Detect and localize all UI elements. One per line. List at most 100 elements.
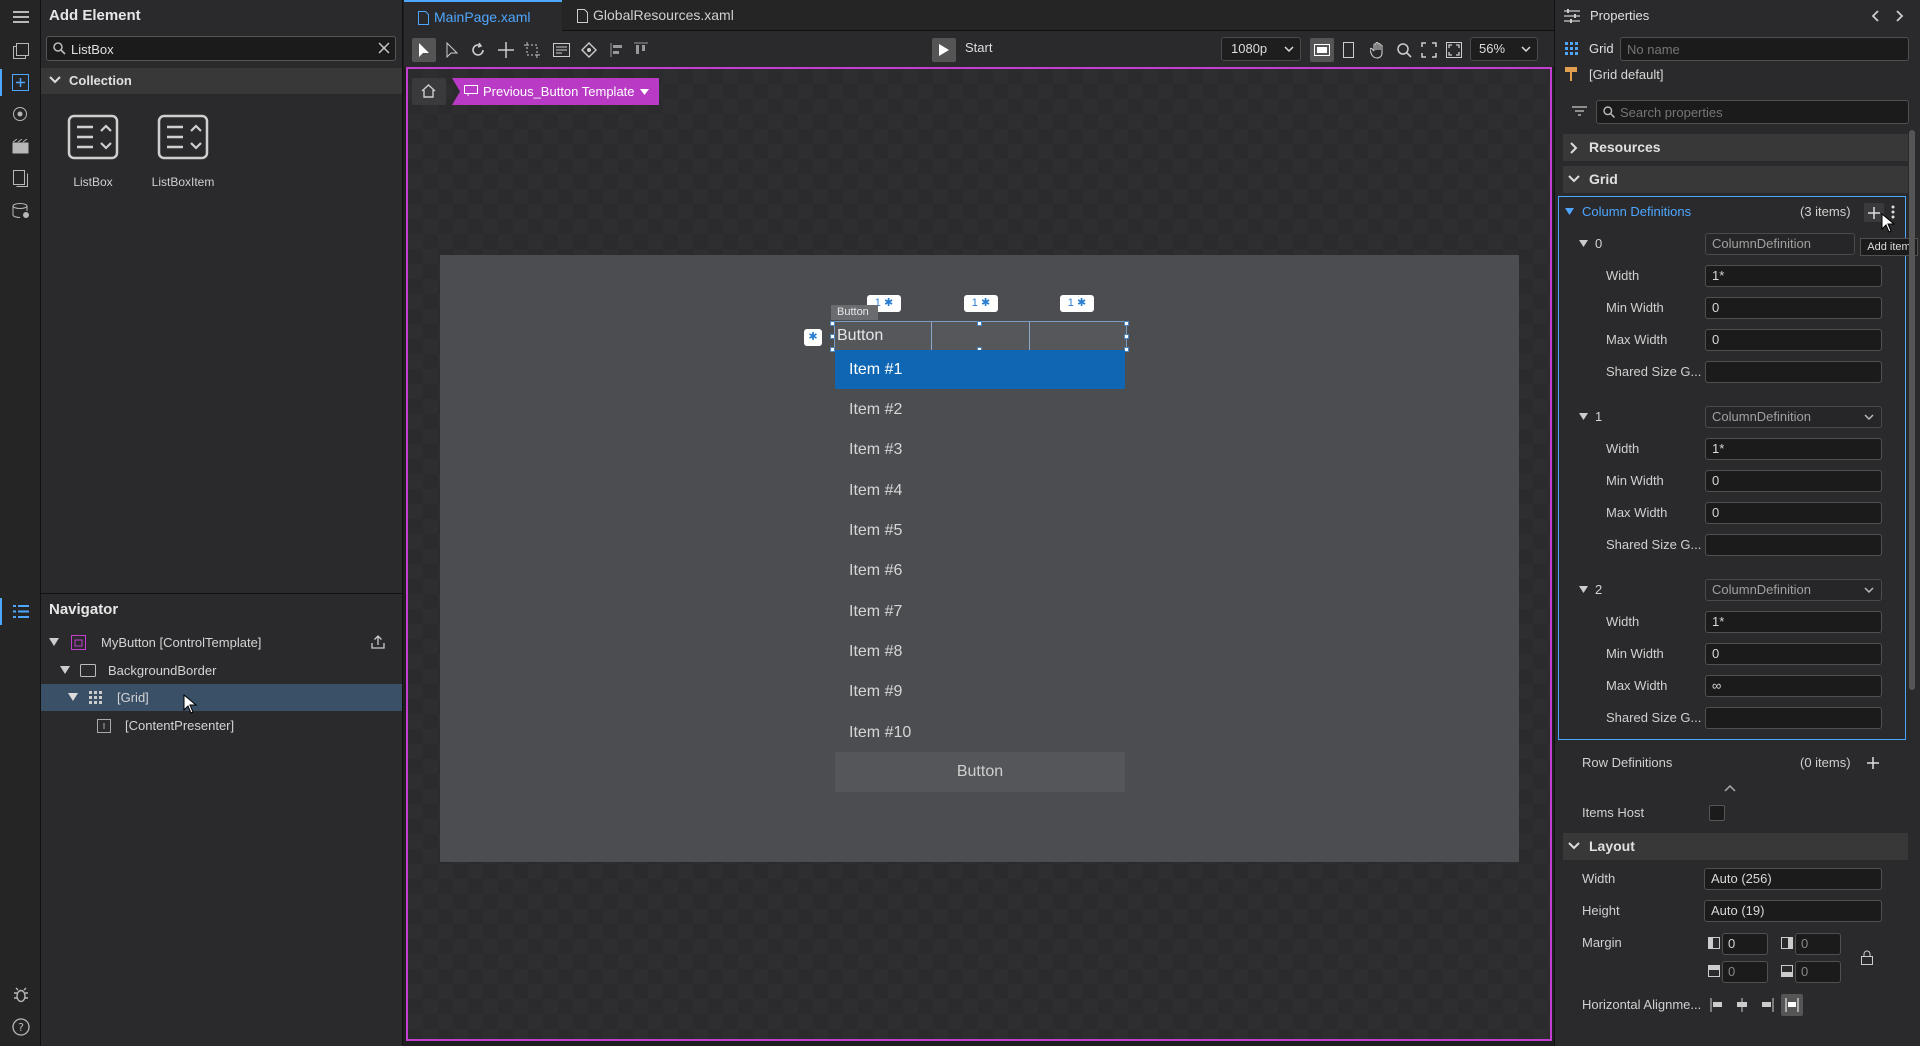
align-stretch-icon[interactable] bbox=[1781, 994, 1803, 1016]
resources-section-header[interactable]: Resources bbox=[1563, 134, 1908, 161]
portrait-icon[interactable] bbox=[1336, 38, 1360, 62]
min-width-field[interactable]: 0 bbox=[1705, 643, 1882, 665]
items-host-checkbox[interactable] bbox=[1709, 805, 1725, 821]
template-breadcrumb[interactable]: Previous_Button Template bbox=[452, 78, 659, 105]
resolution-select[interactable]: 1080p bbox=[1221, 37, 1301, 61]
zoom-tool-icon[interactable] bbox=[1392, 38, 1416, 62]
grid-section-header[interactable]: Grid bbox=[1563, 166, 1908, 193]
column-1-header[interactable]: 1 ColumnDefinition bbox=[1555, 404, 1920, 430]
shared-size-field[interactable] bbox=[1705, 361, 1882, 383]
element-name-input[interactable] bbox=[1627, 41, 1897, 57]
shared-size-field[interactable] bbox=[1705, 707, 1882, 729]
menu-icon[interactable] bbox=[8, 4, 33, 29]
shared-size-field[interactable] bbox=[1705, 534, 1882, 556]
list-item[interactable]: Item #9 bbox=[835, 672, 1125, 711]
resize-handle[interactable] bbox=[977, 321, 982, 326]
select-tool-icon[interactable] bbox=[412, 38, 436, 62]
margin-bottom-field[interactable]: 0 bbox=[1795, 961, 1841, 983]
list-item[interactable]: Item #3 bbox=[835, 430, 1125, 469]
debug-icon[interactable] bbox=[8, 982, 33, 1007]
fit-screen-icon[interactable] bbox=[1417, 38, 1441, 62]
resize-handle[interactable] bbox=[1124, 334, 1129, 339]
list-item[interactable]: Item #1 bbox=[835, 350, 1125, 389]
canvas-bottom-button[interactable]: Button bbox=[835, 752, 1125, 792]
listboxitem-tile[interactable]: ListBoxItem bbox=[142, 114, 224, 194]
align-right-icon[interactable] bbox=[1760, 998, 1774, 1012]
margin-top-field[interactable]: 0 bbox=[1722, 961, 1768, 983]
list-item[interactable]: Item #7 bbox=[835, 592, 1125, 631]
width-field[interactable]: 1* bbox=[1705, 611, 1882, 633]
listbox-tile[interactable]: ListBox bbox=[54, 114, 132, 194]
column-0-header[interactable]: 0 ColumnDefinition bbox=[1555, 231, 1920, 257]
expand-arrow-icon[interactable] bbox=[1579, 240, 1588, 248]
expand-arrow-icon[interactable] bbox=[1579, 413, 1588, 421]
filter-icon[interactable] bbox=[1572, 106, 1587, 116]
align-left-icon[interactable] bbox=[1710, 998, 1724, 1012]
layout-height-field[interactable]: Auto (19) bbox=[1704, 900, 1882, 922]
property-search-input[interactable] bbox=[1620, 104, 1900, 120]
list-item[interactable]: Item #6 bbox=[835, 551, 1125, 590]
list-item[interactable]: Item #8 bbox=[835, 632, 1125, 671]
data-icon[interactable] bbox=[8, 198, 33, 223]
margin-left-field[interactable]: 0 bbox=[1722, 933, 1768, 955]
properties-scrollbar[interactable] bbox=[1909, 130, 1915, 690]
layout-width-field[interactable]: Auto (256) bbox=[1704, 868, 1882, 890]
add-row-icon[interactable] bbox=[1867, 757, 1879, 769]
column-size-badge[interactable]: 1 ✱ bbox=[964, 295, 998, 312]
collapse-up-icon[interactable] bbox=[1724, 785, 1736, 792]
chevron-down-icon[interactable] bbox=[640, 89, 649, 95]
max-width-field[interactable]: 0 bbox=[1705, 329, 1882, 351]
max-width-field[interactable]: 0 bbox=[1705, 502, 1882, 524]
expand-arrow-icon[interactable] bbox=[49, 638, 59, 647]
move-tool-icon[interactable] bbox=[494, 38, 518, 62]
column-type-select[interactable]: ColumnDefinition bbox=[1705, 579, 1882, 601]
export-icon[interactable] bbox=[371, 635, 385, 649]
element-search-box[interactable] bbox=[46, 36, 396, 61]
expand-arrow-icon[interactable] bbox=[60, 666, 70, 675]
resize-handle[interactable] bbox=[1124, 321, 1129, 326]
align-top-icon[interactable] bbox=[629, 38, 653, 62]
help-icon[interactable]: ? bbox=[8, 1014, 33, 1039]
margin-right-field[interactable]: 0 bbox=[1795, 933, 1841, 955]
style-label[interactable]: [Grid default] bbox=[1589, 67, 1663, 82]
min-width-field[interactable]: 0 bbox=[1705, 297, 1882, 319]
zoom-select[interactable]: 56% bbox=[1470, 37, 1538, 61]
resize-tool-icon[interactable] bbox=[520, 38, 544, 62]
row-definitions-row[interactable]: Row Definitions (0 items) bbox=[1555, 750, 1920, 776]
property-search-box[interactable] bbox=[1596, 100, 1909, 124]
assets-icon[interactable] bbox=[8, 102, 33, 127]
pages-icon[interactable] bbox=[8, 166, 33, 191]
clear-search-icon[interactable] bbox=[378, 42, 390, 54]
lock-icon[interactable] bbox=[1861, 950, 1873, 965]
tab-globalresources[interactable]: GlobalResources.xaml bbox=[563, 0, 753, 31]
list-item[interactable]: Item #10 bbox=[835, 713, 1125, 752]
layout-section-header[interactable]: Layout bbox=[1563, 833, 1908, 860]
column-size-badge[interactable]: 1 ✱ bbox=[1060, 295, 1094, 312]
add-element-icon[interactable] bbox=[8, 70, 33, 95]
column-definitions-row[interactable]: Column Definitions (3 items) bbox=[1555, 199, 1920, 225]
pin-tool-icon[interactable] bbox=[577, 38, 601, 62]
width-field[interactable]: 1* bbox=[1705, 265, 1882, 287]
tree-item-grid[interactable]: [Grid] bbox=[41, 684, 402, 714]
expand-arrow-icon[interactable] bbox=[1579, 586, 1588, 594]
start-play-icon[interactable] bbox=[932, 38, 956, 62]
landscape-icon[interactable] bbox=[1310, 38, 1334, 62]
expand-arrow-icon[interactable] bbox=[1565, 208, 1574, 216]
resize-handle[interactable] bbox=[830, 334, 835, 339]
home-button[interactable] bbox=[412, 78, 446, 105]
fit-selection-icon[interactable] bbox=[1442, 38, 1466, 62]
list-item[interactable]: Item #2 bbox=[835, 390, 1125, 429]
navigator-list-icon[interactable] bbox=[8, 599, 33, 624]
element-name-field[interactable] bbox=[1620, 37, 1909, 61]
collection-header[interactable]: Collection bbox=[41, 68, 402, 94]
column-2-header[interactable]: 2 ColumnDefinition bbox=[1555, 577, 1920, 603]
align-left-icon[interactable] bbox=[606, 38, 630, 62]
column-type-select[interactable]: ColumnDefinition bbox=[1705, 406, 1882, 428]
animation-icon[interactable] bbox=[8, 134, 33, 159]
layout-tool-icon[interactable] bbox=[549, 38, 573, 62]
resize-handle[interactable] bbox=[830, 321, 835, 326]
start-label[interactable]: Start bbox=[965, 40, 992, 55]
column-type-select[interactable]: ColumnDefinition bbox=[1705, 233, 1855, 255]
element-search-input[interactable] bbox=[71, 40, 361, 58]
tab-mainpage[interactable]: MainPage.xaml bbox=[404, 0, 562, 31]
